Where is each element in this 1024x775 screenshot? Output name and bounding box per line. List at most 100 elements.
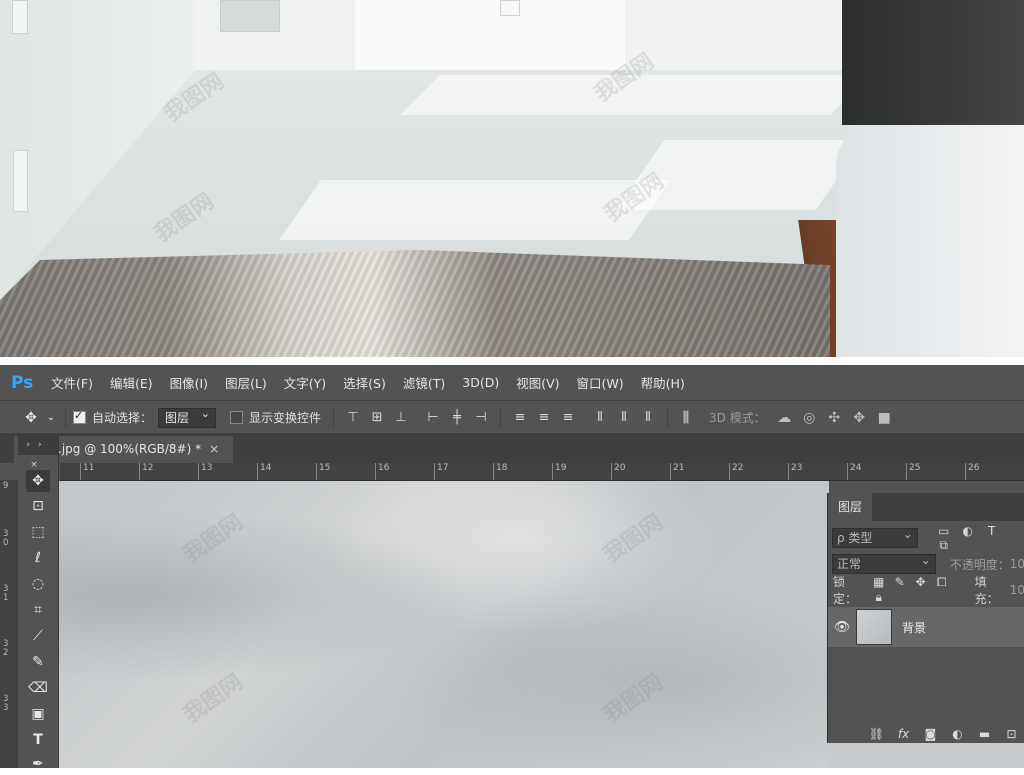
- lock-icons: ▦ ✎ ✥ ⧠ 🔒︎: [868, 575, 970, 605]
- show-transform-checkbox[interactable]: [230, 411, 244, 424]
- sunlight-floor: [278, 180, 672, 240]
- 3d-pan-icon[interactable]: ✣: [822, 410, 847, 426]
- lock-transparent-icon[interactable]: ▦: [868, 575, 889, 589]
- lock-pixels-icon[interactable]: ✎: [889, 575, 910, 589]
- layer-row[interactable]: 👁︎ 背景: [828, 607, 1024, 647]
- pixel-filter-icon[interactable]: ▭: [932, 524, 956, 538]
- watermark: 我图网: [599, 509, 668, 569]
- ps-logo: Ps: [11, 372, 34, 393]
- layer-thumbnail: [856, 609, 892, 645]
- ruler-label: 16: [375, 463, 389, 480]
- menu-edit[interactable]: 编辑(E): [110, 373, 153, 392]
- opacity-value[interactable]: 10: [1010, 557, 1024, 571]
- ruler-label: 18: [493, 463, 507, 480]
- distribute-hcenter-icon[interactable]: ⦀: [612, 410, 636, 425]
- ruler-label: 33: [3, 694, 9, 713]
- fill-value[interactable]: 10: [1010, 583, 1024, 597]
- menu-file[interactable]: 文件(F): [51, 373, 93, 392]
- align-left-icon[interactable]: ⊢: [421, 410, 445, 425]
- crop-tool-icon[interactable]: ⌗: [26, 599, 50, 621]
- menu-type[interactable]: 文字(Y): [284, 373, 326, 392]
- adjustment-layer-icon[interactable]: ◐: [944, 727, 971, 741]
- marquee-tool-icon[interactable]: ⬚: [26, 521, 50, 543]
- document-tab-bar: .jpg @ 100%(RGB/8#) * ×: [0, 433, 1024, 463]
- visibility-eye-icon[interactable]: 👁︎: [828, 620, 856, 635]
- align-right-icon[interactable]: ⊣: [469, 410, 493, 425]
- type-filter-icon[interactable]: T: [980, 524, 1004, 538]
- menu-window[interactable]: 窗口(W): [577, 373, 624, 392]
- menu-layer[interactable]: 图层(L): [225, 373, 267, 392]
- new-layer-icon[interactable]: ⊡: [998, 727, 1024, 741]
- watermark: 我图网: [179, 669, 248, 729]
- 3d-mode-label: 3D 模式：: [709, 411, 766, 425]
- distribute-top-icon[interactable]: ≡: [508, 410, 532, 425]
- tab-layers[interactable]: 图层: [828, 493, 873, 521]
- ruler-label: 13: [198, 463, 212, 480]
- menu-filter[interactable]: 滤镜(T): [403, 373, 445, 392]
- tools-panel: ›› × ✥ ⊡ ⬚ ℓ ◌ ⌗ ⟋ ✎ ⌫ ▣ T ✒: [18, 435, 59, 772]
- align-vcenter-icon[interactable]: ⊞: [365, 410, 389, 425]
- distribute-vcenter-icon[interactable]: ≡: [532, 410, 556, 425]
- fill-label: 填充：: [974, 575, 999, 606]
- menu-select[interactable]: 选择(S): [343, 373, 386, 392]
- distribute-bottom-icon[interactable]: ≡: [556, 410, 580, 425]
- horizontal-ruler: 11 12 13 14 15 16 17 18 19 20 21 22 23 2…: [60, 463, 1024, 481]
- type-tool-icon[interactable]: T: [26, 729, 50, 751]
- add-mask-icon[interactable]: ◙: [917, 727, 944, 741]
- quick-select-tool-icon[interactable]: ◌: [26, 573, 50, 595]
- wall-outlet: [500, 0, 520, 16]
- eraser-tool-icon[interactable]: ⌫: [26, 677, 50, 699]
- auto-align-icon[interactable]: ⫼: [675, 410, 697, 426]
- auto-select-target-dropdown[interactable]: 图层: [158, 405, 217, 428]
- 3d-roll-icon[interactable]: ◎: [797, 410, 822, 426]
- artboard-tool-icon[interactable]: ⊡: [26, 495, 50, 517]
- ruler-label: 23: [788, 463, 802, 480]
- distribute-right-icon[interactable]: ⦀: [636, 410, 660, 425]
- opacity-label: 不透明度：: [949, 557, 1010, 572]
- move-tool-icon[interactable]: ✥: [26, 470, 50, 492]
- ruler-label: 11: [80, 463, 94, 480]
- blend-mode-dropdown[interactable]: 正常: [832, 551, 936, 574]
- ruler-label: 12: [139, 463, 153, 480]
- menu-help[interactable]: 帮助(H): [641, 373, 685, 392]
- 3d-orbit-icon[interactable]: ☁: [772, 410, 797, 426]
- new-group-icon[interactable]: ▬: [971, 727, 998, 741]
- layers-panel: 图层 ρ 类型 ▭◐T⧉ 正常 不透明度： 10 锁定： ▦✎✥⧠ 🔒︎ 填充： …: [827, 493, 1024, 743]
- lock-all-icon[interactable]: 🔒︎: [868, 590, 889, 605]
- 3d-camera-icon[interactable]: ■: [872, 410, 897, 426]
- menu-view[interactable]: 视图(V): [516, 373, 559, 392]
- lock-artboard-icon[interactable]: ⧠: [931, 575, 952, 590]
- distribute-left-icon[interactable]: ⦀: [588, 410, 612, 425]
- chevron-down-icon[interactable]: ⌄: [44, 412, 58, 423]
- align-top-icon[interactable]: ⊤: [341, 410, 365, 425]
- eyedropper-tool-icon[interactable]: ⟋: [26, 625, 50, 647]
- menu-image[interactable]: 图像(I): [170, 373, 208, 392]
- lock-position-icon[interactable]: ✥: [910, 575, 931, 589]
- menu-3d[interactable]: 3D(D): [462, 375, 499, 390]
- move-tool-icon[interactable]: ✥: [18, 410, 44, 426]
- tools-panel-header[interactable]: ›› ×: [18, 435, 58, 470]
- 3d-slide-icon[interactable]: ✥: [847, 410, 872, 426]
- fx-icon[interactable]: fx: [890, 727, 917, 741]
- auto-select-checkbox[interactable]: [73, 409, 86, 424]
- layer-filter-row: ρ 类型 ▭◐T⧉: [828, 524, 1024, 552]
- document-canvas[interactable]: 我图网 我图网 我图网 我图网: [59, 481, 829, 768]
- adjustment-filter-icon[interactable]: ◐: [956, 524, 980, 538]
- lasso-tool-icon[interactable]: ℓ: [26, 547, 50, 569]
- gradient-tool-icon[interactable]: ▣: [26, 703, 50, 725]
- close-tab-icon[interactable]: ×: [209, 442, 219, 456]
- watermark: 我图网: [599, 669, 668, 729]
- ruler-label: 17: [434, 463, 448, 480]
- align-hcenter-icon[interactable]: ╪: [445, 410, 469, 425]
- brush-tool-icon[interactable]: ✎: [26, 651, 50, 673]
- menu-bar: Ps 文件(F) 编辑(E) 图像(I) 图层(L) 文字(Y) 选择(S) 滤…: [0, 365, 1024, 400]
- link-layers-icon[interactable]: ⛓: [863, 727, 890, 741]
- align-bottom-icon[interactable]: ⊥: [389, 410, 413, 425]
- ruler-label: 30: [3, 529, 9, 548]
- distribute-group: ≡ ≡ ≡ ⦀ ⦀ ⦀: [508, 410, 660, 425]
- layer-kind-filter[interactable]: ρ 类型: [832, 525, 918, 548]
- pen-tool-icon[interactable]: ✒: [26, 753, 50, 775]
- show-transform-label: 显示变换控件: [249, 411, 322, 425]
- layers-footer: ⛓ fx ◙ ◐ ▬ ⊡: [828, 725, 1024, 743]
- ruler-label: 20: [611, 463, 625, 480]
